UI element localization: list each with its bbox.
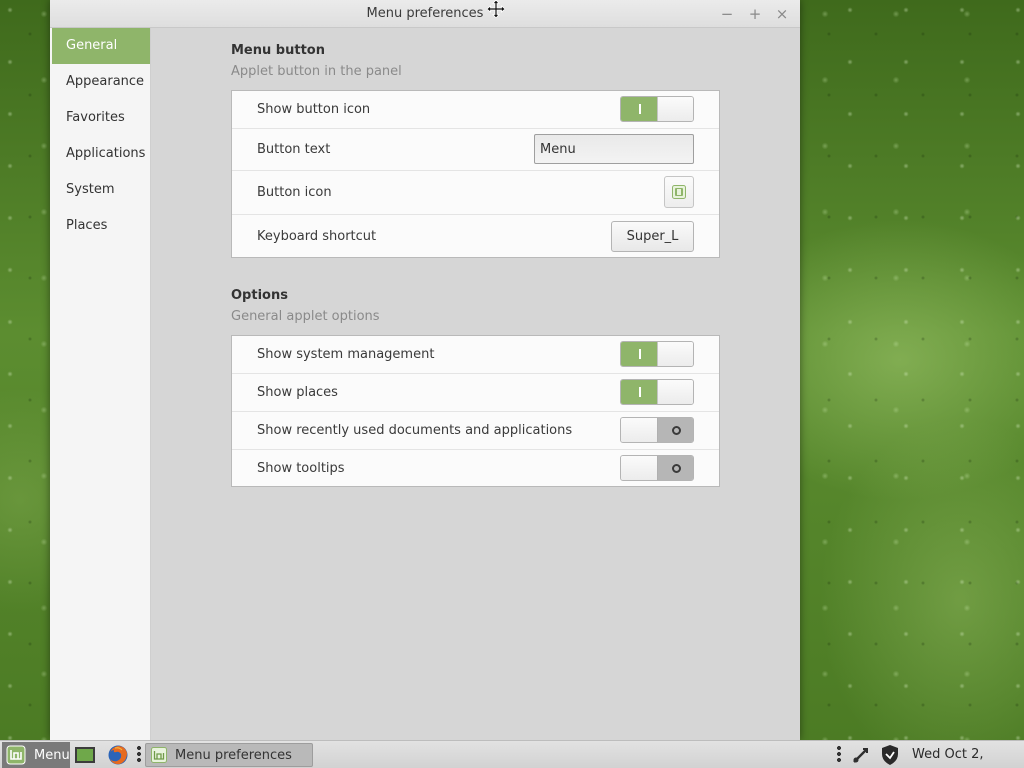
- setting-row-show-places: Show places: [232, 374, 719, 412]
- toggle-on-icon: [638, 387, 641, 397]
- setting-row-show-recent: Show recently used documents and applica…: [232, 412, 719, 450]
- setting-label: Button icon: [257, 185, 332, 200]
- setting-row-show-button-icon: Show button icon: [232, 91, 719, 129]
- sidebar-item-general[interactable]: General: [52, 28, 150, 64]
- maximize-button[interactable]: +: [745, 4, 765, 24]
- setting-label: Button text: [257, 142, 331, 157]
- firefox-icon[interactable]: [107, 744, 129, 766]
- menu-applet-label: Menu: [34, 747, 70, 763]
- sidebar: General Appearance Favorites Application…: [50, 28, 151, 740]
- menu-icon: [672, 185, 686, 199]
- network-icon[interactable]: [850, 744, 872, 766]
- toggle-off-icon: [671, 463, 681, 473]
- window-title: Menu preferences: [366, 6, 484, 21]
- mint-logo-icon: [6, 745, 26, 765]
- setting-label: Show recently used documents and applica…: [257, 423, 573, 438]
- minimize-button[interactable]: −: [717, 4, 737, 24]
- show-system-management-toggle[interactable]: [620, 341, 694, 367]
- menu-preferences-app-icon: [151, 747, 167, 763]
- setting-label: Keyboard shortcut: [257, 229, 377, 244]
- clock[interactable]: Wed Oct 2, 00:18: [912, 741, 1024, 768]
- show-desktop-icon[interactable]: [74, 744, 96, 766]
- setting-row-show-system-management: Show system management: [232, 336, 719, 374]
- sidebar-item-appearance[interactable]: Appearance: [52, 64, 150, 100]
- panel-separator-icon: [837, 746, 841, 764]
- setting-row-keyboard-shortcut: Keyboard shortcut Super_L: [232, 215, 719, 258]
- setting-label: Show places: [257, 385, 338, 400]
- show-places-toggle[interactable]: [620, 379, 694, 405]
- setting-label: Show button icon: [257, 102, 371, 117]
- toggle-off-icon: [671, 425, 681, 435]
- setting-row-show-tooltips: Show tooltips: [232, 450, 719, 487]
- sidebar-item-system[interactable]: System: [52, 172, 150, 208]
- window-titlebar[interactable]: Menu preferences − + ×: [50, 0, 800, 28]
- toggle-on-icon: [638, 104, 641, 114]
- close-button[interactable]: ×: [772, 4, 792, 24]
- show-button-icon-toggle[interactable]: [620, 96, 694, 122]
- section-title-options: Options: [231, 288, 288, 303]
- bottom-panel: Menu Menu preferences Wed Oct 2, 00:18: [0, 740, 1024, 768]
- toggle-on-icon: [638, 349, 641, 359]
- button-text-input[interactable]: [534, 134, 694, 164]
- button-icon-chooser[interactable]: [664, 176, 694, 208]
- menu-preferences-window: Menu preferences − + × General Appearanc…: [50, 0, 800, 740]
- setting-label: Show tooltips: [257, 461, 345, 476]
- sidebar-item-applications[interactable]: Applications: [52, 136, 150, 172]
- move-cursor-icon: [487, 0, 505, 18]
- sidebar-item-favorites[interactable]: Favorites: [52, 100, 150, 136]
- taskbar-window-label: Menu preferences: [175, 747, 292, 763]
- show-tooltips-toggle[interactable]: [620, 455, 694, 481]
- shield-icon[interactable]: [879, 744, 901, 766]
- settings-content: Menu button Applet button in the panel S…: [151, 28, 800, 740]
- keyboard-shortcut-button[interactable]: Super_L: [611, 221, 694, 252]
- section-subtitle-options: General applet options: [231, 309, 380, 324]
- menu-applet-button[interactable]: Menu: [2, 742, 70, 768]
- setting-row-button-text: Button text: [232, 129, 719, 171]
- sidebar-item-places[interactable]: Places: [52, 208, 150, 244]
- panel-separator-icon: [137, 746, 141, 764]
- setting-row-button-icon: Button icon: [232, 171, 719, 215]
- section-subtitle-menu-button: Applet button in the panel: [231, 64, 402, 79]
- menu-button-group: Show button icon Button text Button icon: [231, 90, 720, 258]
- section-title-menu-button: Menu button: [231, 43, 325, 58]
- setting-label: Show system management: [257, 347, 435, 362]
- show-recent-toggle[interactable]: [620, 417, 694, 443]
- options-group: Show system management Show places Show …: [231, 335, 720, 487]
- taskbar-window-menu-preferences[interactable]: Menu preferences: [145, 743, 313, 767]
